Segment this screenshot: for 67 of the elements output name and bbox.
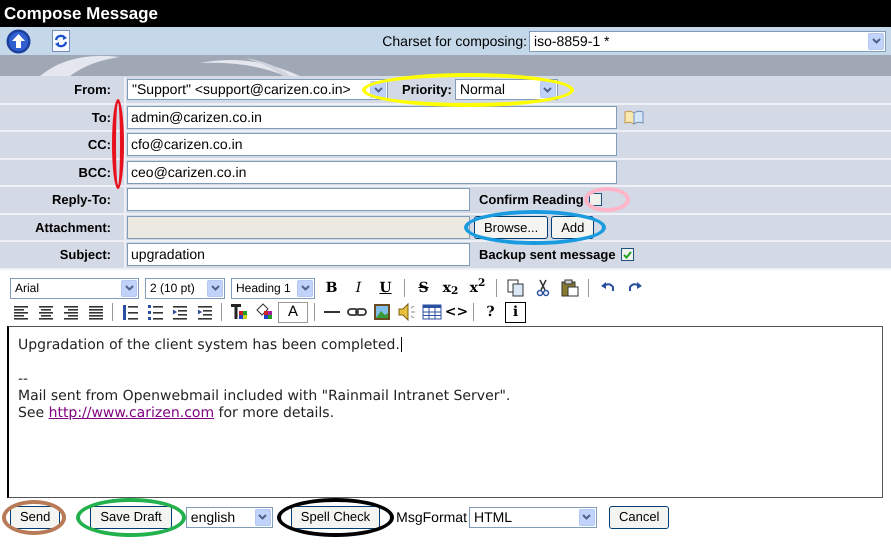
recipient-field[interactable]: admin@carizen.co.in [127, 106, 617, 129]
chevron-down-icon [872, 38, 880, 44]
recipient-field[interactable]: cfo@carizen.co.in [127, 133, 617, 156]
website-link[interactable]: http://www.carizen.com [48, 404, 214, 420]
attachment-field[interactable] [127, 216, 470, 239]
reply-to-field[interactable] [127, 188, 470, 212]
confirm-reading-label: Confirm Reading [479, 191, 584, 209]
spell-check-button[interactable]: Spell Check [290, 506, 380, 528]
chevron-down-icon [300, 285, 310, 291]
attachment-button[interactable]: Browse... [474, 216, 548, 239]
chevron-down-icon [374, 86, 382, 93]
font-select[interactable]: Arial [10, 278, 139, 298]
table-icon[interactable] [421, 302, 442, 322]
from-label: From: [74, 81, 111, 99]
message-line: Upgradation of the client system has been completed. [18, 336, 403, 354]
copy-icon[interactable] [505, 278, 526, 298]
size-select[interactable]: 2 (10 pt) [145, 278, 225, 298]
chevron-down-icon [582, 514, 592, 520]
save-draft-button[interactable]: Save Draft [90, 506, 172, 528]
msg-format-label: MsgFormat [396, 508, 467, 527]
chevron-down-icon [258, 514, 268, 520]
address-book-icon[interactable] [623, 109, 645, 126]
subject-label: Subject: [60, 246, 111, 264]
chevron-down-icon [210, 285, 220, 291]
send-button[interactable]: Send [10, 506, 60, 528]
speaker-icon[interactable] [396, 302, 417, 322]
italic-button[interactable]: I [348, 278, 369, 298]
reply-to-label: Reply-To: [52, 191, 111, 209]
info-button[interactable]: i [505, 302, 526, 322]
recipient-label: BCC: [78, 164, 111, 182]
subject-field[interactable]: upgradation [127, 243, 470, 266]
chevron-down-icon [543, 86, 552, 93]
message-line: -- [18, 370, 30, 388]
msg-format-select[interactable]: HTML [468, 506, 597, 528]
charset-select[interactable]: iso-8859-1 * [529, 30, 886, 52]
block-format-select[interactable]: Heading 1 [231, 278, 315, 298]
up-arrow-icon[interactable] [5, 28, 31, 54]
recipient-label: To: [92, 108, 111, 126]
message-editor[interactable]: Upgradation of the client system has been completed. -- Mail sent from Openwebmail included with "Rainmail Intranet Server". See http://www.carizen.com for more details. [7, 326, 883, 498]
subscript-button[interactable]: x$_{2}$ [440, 278, 461, 298]
language-select[interactable]: english [186, 506, 273, 528]
strikethrough-button[interactable]: S [413, 278, 434, 298]
charset-label: Charset for composing: [382, 32, 527, 51]
clipboard-icon[interactable] [559, 278, 580, 298]
recipient-label: CC: [88, 136, 111, 154]
source-button[interactable]: <> [446, 302, 467, 322]
recipient-field[interactable]: ceo@carizen.co.in [127, 160, 617, 184]
check-icon [622, 250, 632, 259]
attachment-button[interactable]: Add [551, 216, 594, 239]
attachment-label: Attachment: [35, 218, 111, 236]
help-button[interactable]: ? [480, 302, 501, 322]
image-icon[interactable] [371, 302, 392, 322]
priority-select[interactable]: Normal [454, 79, 558, 100]
message-line: See http://www.carizen.com for more details. [18, 404, 336, 422]
message-line: Mail sent from Openwebmail included with "Rainmail Intranet Server". [18, 388, 512, 404]
window-title: Compose Message [4, 2, 158, 25]
priority-label: Priority: [402, 81, 452, 99]
underline-button[interactable]: U [375, 278, 396, 298]
refresh-icon[interactable] [51, 29, 71, 53]
chevron-down-icon [124, 285, 134, 291]
from-select[interactable]: "Support" <support@carizen.co.in> [127, 79, 388, 100]
font-color-button[interactable]: A [278, 302, 308, 322]
bold-button[interactable]: B [321, 278, 342, 298]
backup-sent-label: Backup sent message [479, 246, 616, 264]
cancel-button[interactable]: Cancel [608, 506, 670, 528]
superscript-button[interactable]: x$^{2}$ [467, 278, 488, 298]
backup-sent-checkbox[interactable] [620, 248, 634, 262]
